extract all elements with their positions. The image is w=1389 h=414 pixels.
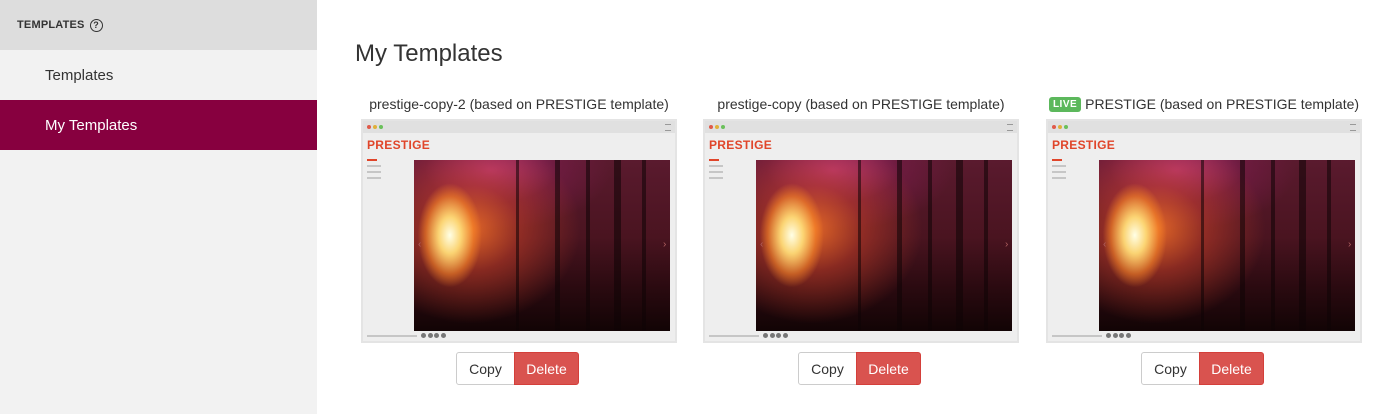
template-card-title: LIVE PRESTIGE (based on PRESTIGE templat… (1042, 95, 1366, 113)
window-dot-icon (715, 125, 719, 129)
thumbnail-nav (367, 159, 381, 183)
template-thumbnail[interactable]: PRESTIGE ‹ › (361, 119, 677, 343)
window-dot-icon (1064, 125, 1068, 129)
template-card: prestige-copy (based on PRESTIGE templat… (703, 95, 1023, 385)
sidebar-header-label: TEMPLATES (17, 19, 85, 31)
template-thumbnail[interactable]: PRESTIGE ‹ › (703, 119, 1019, 343)
copy-button[interactable]: Copy (798, 352, 857, 385)
card-actions: Copy Delete (456, 352, 579, 385)
main-content: My Templates prestige-copy-2 (based on P… (317, 0, 1389, 414)
template-card: prestige-copy-2 (based on PRESTIGE templ… (361, 95, 681, 385)
thumbnail-hero-image (1099, 160, 1355, 331)
thumbnail-footer (367, 333, 447, 338)
thumbnail-logo: PRESTIGE (367, 138, 431, 152)
live-badge: LIVE (1048, 96, 1082, 112)
chevron-left-icon: ‹ (760, 239, 764, 250)
template-card: LIVE PRESTIGE (based on PRESTIGE templat… (1046, 95, 1366, 385)
card-actions: Copy Delete (798, 352, 921, 385)
template-card-title: prestige-copy (based on PRESTIGE templat… (699, 95, 1023, 113)
sidebar-item-my-templates[interactable]: My Templates (0, 100, 317, 150)
window-dot-icon (709, 125, 713, 129)
sidebar-item-label: Templates (45, 66, 114, 84)
thumbnail-browser-bar (363, 121, 675, 133)
window-dot-icon (373, 125, 377, 129)
window-dot-icon (721, 125, 725, 129)
window-dot-icon (379, 125, 383, 129)
copy-button[interactable]: Copy (1141, 352, 1200, 385)
delete-button[interactable]: Delete (1199, 352, 1264, 385)
chevron-right-icon: › (1348, 239, 1352, 250)
menu-icon (665, 124, 671, 131)
template-name: prestige-copy-2 (based on PRESTIGE templ… (369, 96, 669, 112)
sidebar-header: TEMPLATES ? (0, 0, 317, 50)
menu-icon (1350, 124, 1356, 131)
template-card-title: prestige-copy-2 (based on PRESTIGE templ… (357, 95, 681, 113)
card-actions: Copy Delete (1141, 352, 1264, 385)
thumbnail-footer (709, 333, 789, 338)
sidebar: TEMPLATES ? Templates My Templates (0, 0, 317, 414)
sidebar-item-templates[interactable]: Templates (0, 50, 317, 100)
window-dot-icon (367, 125, 371, 129)
thumbnail-nav (709, 159, 723, 183)
thumbnail-browser-bar (1048, 121, 1360, 133)
delete-button[interactable]: Delete (514, 352, 579, 385)
delete-button[interactable]: Delete (856, 352, 921, 385)
sidebar-item-label: My Templates (45, 116, 138, 134)
thumbnail-hero-image (414, 160, 670, 331)
page-title: My Templates (355, 40, 503, 67)
thumbnail-hero-image (756, 160, 1012, 331)
copy-button[interactable]: Copy (456, 352, 515, 385)
template-name: prestige-copy (based on PRESTIGE templat… (717, 96, 1005, 112)
thumbnail-footer (1052, 333, 1132, 338)
template-thumbnail[interactable]: PRESTIGE ‹ › (1046, 119, 1362, 343)
question-circle-icon[interactable]: ? (89, 18, 103, 32)
chevron-left-icon: ‹ (1103, 239, 1107, 250)
thumbnail-nav (1052, 159, 1066, 183)
menu-icon (1007, 124, 1013, 131)
chevron-right-icon: › (1005, 239, 1009, 250)
chevron-left-icon: ‹ (418, 239, 422, 250)
thumbnail-logo: PRESTIGE (1052, 138, 1116, 152)
thumbnail-logo: PRESTIGE (709, 138, 773, 152)
window-dot-icon (1058, 125, 1062, 129)
template-name: PRESTIGE (based on PRESTIGE template) (1085, 96, 1360, 112)
window-dot-icon (1052, 125, 1056, 129)
chevron-right-icon: › (663, 239, 667, 250)
thumbnail-browser-bar (705, 121, 1017, 133)
